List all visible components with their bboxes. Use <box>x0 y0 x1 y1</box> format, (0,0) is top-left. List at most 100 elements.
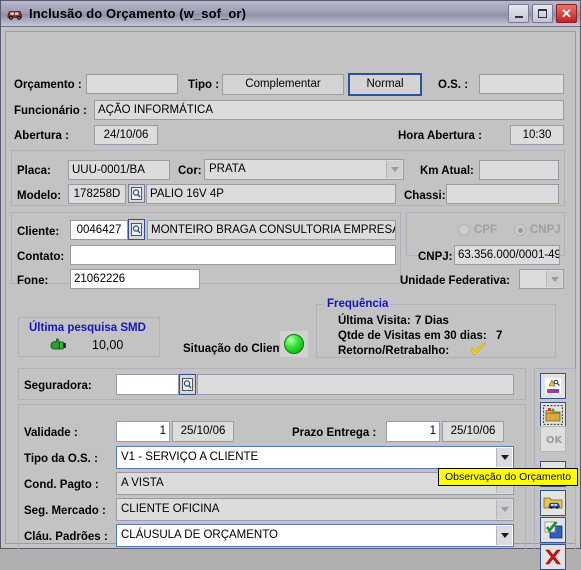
window-controls: ✕ <box>508 4 577 23</box>
prazo-entrega-qty-input[interactable]: 1 <box>386 421 440 442</box>
km-atual-label: Km Atual: <box>420 165 474 177</box>
car-folder-icon <box>543 497 563 509</box>
ultima-visita-value: 7 Dias <box>415 315 449 327</box>
cond-pagto-label: Cond. Pagto : <box>24 479 99 491</box>
unidade-federativa-label: Unidade Federativa: <box>400 275 510 287</box>
paint-search-icon <box>545 378 561 394</box>
cpf-radio[interactable]: CPF <box>458 224 497 236</box>
abertura-label: Abertura : <box>14 130 69 142</box>
hora-abertura-label: Hora Abertura : <box>398 130 482 142</box>
radio-dot-selected-icon <box>514 224 526 236</box>
car-icon <box>6 6 24 22</box>
cnpj-label: CNPJ: <box>418 251 453 263</box>
fone-label: Fone: <box>17 275 49 287</box>
contato-label: Contato: <box>17 251 65 263</box>
minimize-button[interactable] <box>508 4 529 23</box>
cor-select-value: PRATA <box>209 163 246 175</box>
chassi-input[interactable] <box>446 184 559 204</box>
maximize-button[interactable] <box>532 4 553 23</box>
tipo-os-label: Tipo da O.S. : <box>24 453 98 465</box>
window-title: Inclusão do Orçamento (w_sof_or) <box>29 6 247 21</box>
clau-padroes-value: CLÁUSULA DE ORÇAMENTO <box>121 529 278 541</box>
frequencia-group-title: Frequência <box>324 298 392 310</box>
folder-box-icon <box>543 405 563 425</box>
cliente-name-input[interactable]: MONTEIRO BRAGA CONSULTORIA EMPRESAI <box>147 220 396 240</box>
tipo-label: Tipo : <box>188 79 220 91</box>
cancelar-button[interactable] <box>540 544 566 570</box>
cnpj-radio[interactable]: CNPJ <box>514 224 561 236</box>
cor-label: Cor: <box>178 165 202 177</box>
funcionario-input[interactable]: AÇÃO INFORMÁTICA <box>94 100 564 120</box>
seg-mercado-select[interactable]: CLIENTE OFICINA <box>116 498 514 521</box>
prazo-entrega-date-input: 25/10/06 <box>442 421 504 442</box>
chevron-down-icon[interactable] <box>496 526 512 545</box>
chevron-down-icon[interactable] <box>386 161 402 178</box>
green-led-icon <box>284 334 304 354</box>
prazo-entrega-label: Prazo Entrega : <box>292 427 377 439</box>
chevron-down-icon[interactable] <box>496 500 512 519</box>
tipo-complementar-button[interactable]: Complementar <box>222 74 344 95</box>
arquivo-button[interactable] <box>540 402 566 428</box>
smd-group-title: Última pesquisa SMD <box>26 322 149 334</box>
modelo-code-input[interactable]: 178258D <box>68 184 126 204</box>
qtde-visitas-value: 7 <box>496 330 503 342</box>
unidade-federativa-select[interactable] <box>519 269 564 289</box>
orcamento-label: Orçamento : <box>14 79 82 91</box>
thumbs-up-icon <box>50 338 67 352</box>
cnpj-input[interactable]: 63.356.000/0001-49 <box>454 245 560 265</box>
main-panel: Orçamento : Tipo : Complementar Normal O… <box>5 31 579 570</box>
seguradora-label: Seguradora: <box>24 380 92 392</box>
maximize-icon <box>538 9 547 18</box>
tipo-os-value: V1 - SERVIÇO A CLIENTE <box>121 451 259 463</box>
modelo-label: Modelo: <box>17 190 62 202</box>
placa-label: Placa: <box>17 165 51 177</box>
km-atual-input[interactable] <box>479 160 559 180</box>
tipo-normal-button[interactable]: Normal <box>348 73 422 96</box>
pesquisa-button[interactable] <box>540 373 566 399</box>
seguradora-search-button[interactable] <box>179 374 196 395</box>
title-bar[interactable]: Inclusão do Orçamento (w_sof_or) ✕ <box>1 1 580 27</box>
clau-padroes-select[interactable]: CLÁUSULA DE ORÇAMENTO <box>116 524 514 547</box>
search-icon <box>131 223 142 236</box>
seguradora-code-input[interactable] <box>116 374 179 395</box>
validade-qty-input[interactable]: 1 <box>116 421 170 442</box>
cliente-label: Cliente: <box>17 226 60 238</box>
chevron-down-icon[interactable] <box>546 271 562 287</box>
os-input[interactable] <box>479 74 564 94</box>
tipo-os-select[interactable]: V1 - SERVIÇO A CLIENTE <box>116 446 514 469</box>
veiculo-button[interactable] <box>540 490 566 516</box>
form-client-area: Orçamento : Tipo : Complementar Normal O… <box>1 27 580 570</box>
qtde-visitas-label: Qtde de Visitas em 30 dias: <box>338 330 487 342</box>
ultima-visita-label: Última Visita: <box>338 315 411 327</box>
chevron-down-icon[interactable] <box>496 448 512 467</box>
modelo-search-button[interactable] <box>128 184 145 203</box>
funcionario-label: Funcionário : <box>14 105 87 117</box>
radio-dot-icon <box>458 224 470 236</box>
status-badge <box>280 331 308 357</box>
confirmar-button[interactable] <box>540 517 566 543</box>
hora-abertura-input[interactable]: 10:30 <box>510 125 564 145</box>
smd-value: 10,00 <box>92 338 124 352</box>
ok-button: OK <box>540 426 566 452</box>
application-window: Inclusão do Orçamento (w_sof_or) ✕ Orçam… <box>0 0 581 570</box>
placa-input[interactable]: UUU-0001/BA <box>68 160 170 180</box>
fone-input[interactable]: 21062226 <box>70 269 200 289</box>
search-icon <box>182 378 193 391</box>
close-button[interactable]: ✕ <box>556 4 577 23</box>
cliente-search-button[interactable] <box>128 219 145 240</box>
orcamento-input[interactable] <box>86 74 178 94</box>
cor-select[interactable]: PRATA <box>204 159 404 180</box>
cnpj-radio-label: CNPJ <box>530 224 561 236</box>
cliente-code-input[interactable]: 0046427 <box>70 220 128 240</box>
modelo-desc-input[interactable]: PALIO 16V 4P <box>146 184 396 204</box>
green-check-icon <box>544 521 562 539</box>
minimize-icon <box>514 15 523 18</box>
contato-input[interactable] <box>70 245 396 265</box>
seguradora-name-input[interactable] <box>197 374 514 395</box>
cpf-radio-label: CPF <box>474 224 497 236</box>
close-icon: ✕ <box>561 6 572 21</box>
seg-mercado-label: Seg. Mercado : <box>24 505 106 517</box>
svg-text:OK: OK <box>546 435 562 446</box>
abertura-input[interactable]: 24/10/06 <box>94 125 158 145</box>
red-x-icon <box>545 549 561 565</box>
